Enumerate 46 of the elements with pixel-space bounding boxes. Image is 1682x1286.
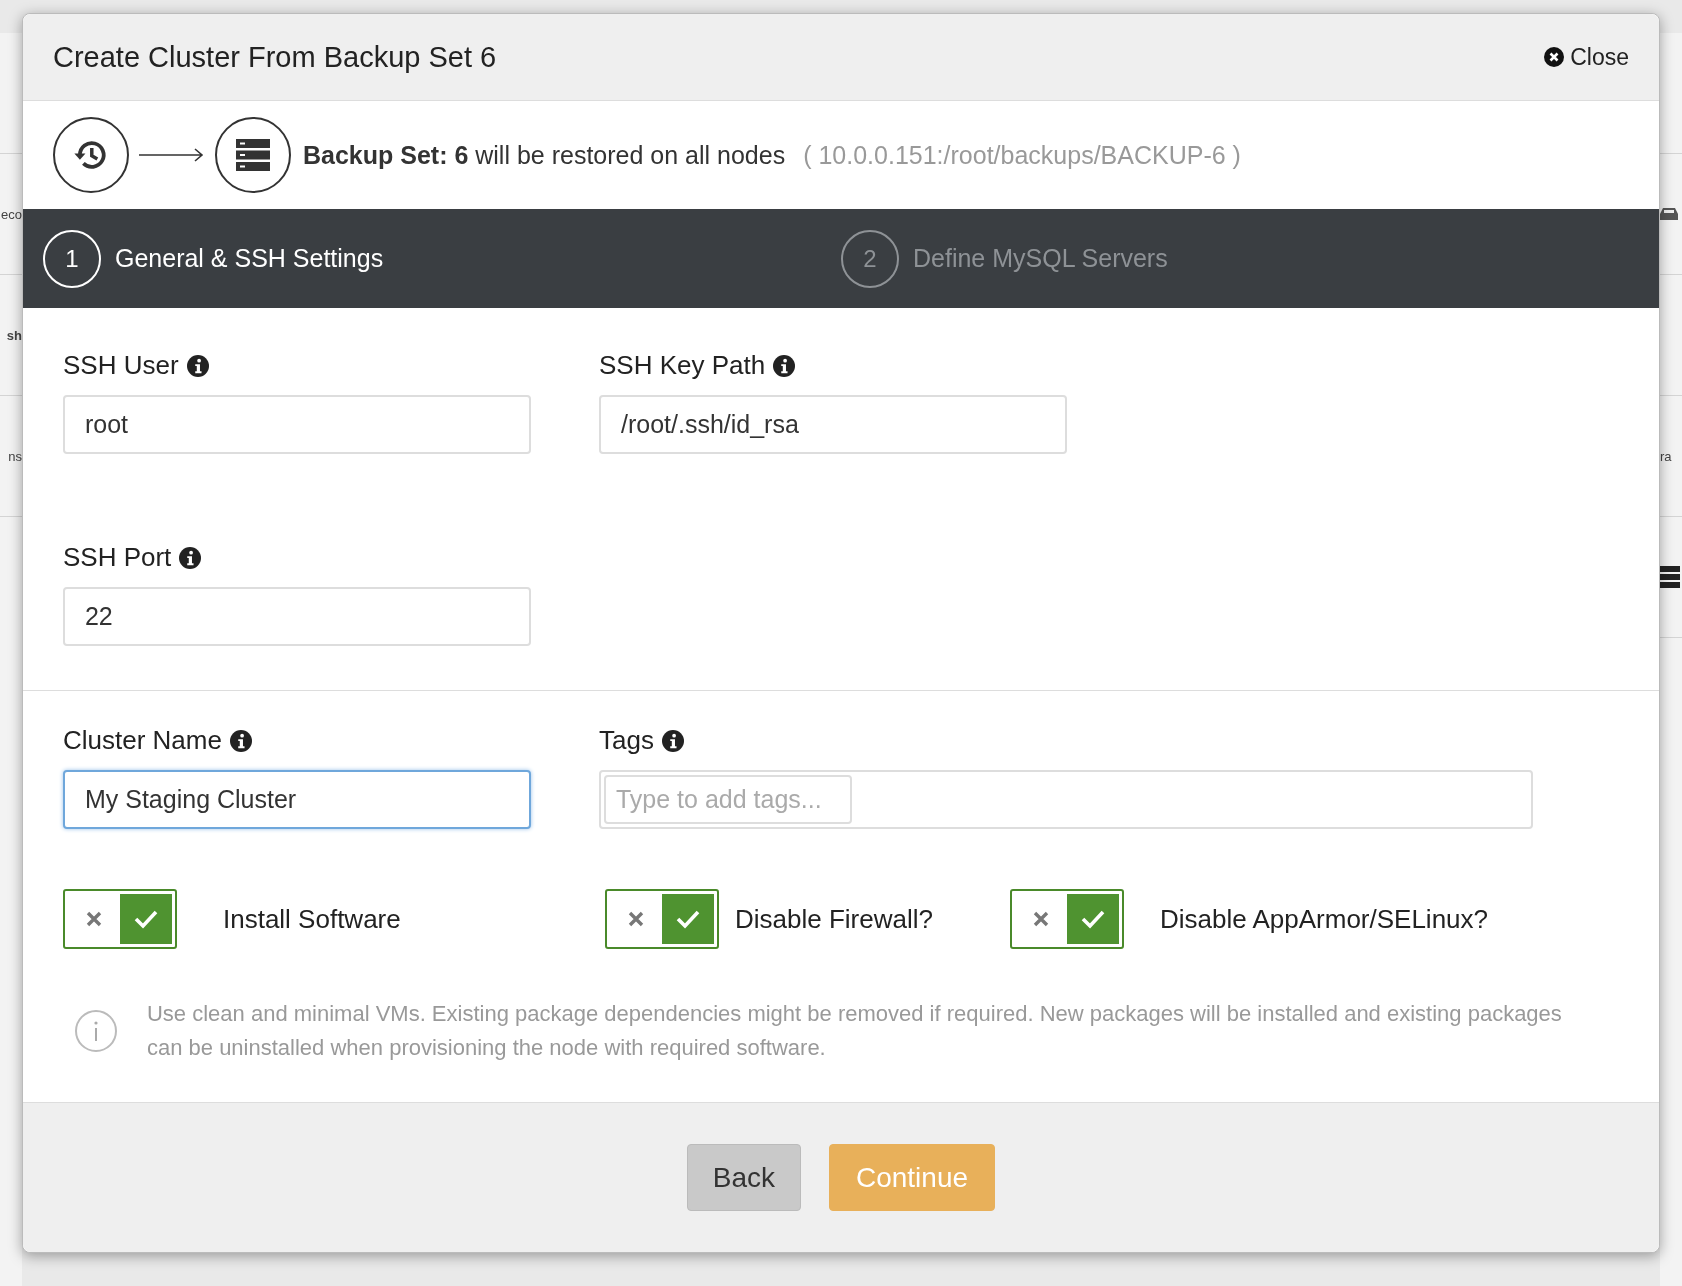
close-icon	[1544, 47, 1565, 67]
info-outline-icon	[74, 1010, 117, 1052]
info-icon	[186, 354, 209, 377]
toggle-label: Disable AppArmor/SELinux?	[1159, 903, 1489, 935]
server-icon	[1660, 566, 1680, 588]
field-label: Cluster Name	[62, 725, 222, 756]
cross-icon	[84, 910, 103, 928]
info-icon	[229, 729, 252, 752]
dialog-title: Create Cluster From Backup Set 6	[52, 40, 497, 74]
field-label: SSH Port	[62, 542, 172, 573]
info-icon	[661, 729, 684, 752]
toggle-switch[interactable]	[62, 889, 177, 949]
background-text: eco	[1, 206, 22, 222]
input-field[interactable]: 22	[62, 587, 531, 646]
check-icon	[1080, 909, 1105, 929]
field-label: Tags	[598, 725, 654, 756]
check-icon	[675, 909, 700, 929]
background-text: ns	[8, 448, 22, 464]
info-icon	[773, 354, 796, 377]
tag-input[interactable]: Type to add tags...	[603, 775, 852, 824]
toggle-label: Install Software	[222, 903, 401, 935]
arrow-icon	[138, 148, 205, 162]
input-field[interactable]: /root/.ssh/id_rsa	[598, 395, 1067, 454]
toggle-switch[interactable]	[604, 889, 719, 949]
history-icon	[52, 117, 129, 193]
close-button[interactable]: Close	[1544, 43, 1629, 71]
background-text: ra	[1660, 448, 1672, 464]
field-label: SSH Key Path	[598, 350, 766, 381]
input-field[interactable]: root	[62, 395, 531, 454]
step-number: 1	[42, 229, 101, 288]
cross-icon	[1031, 910, 1050, 928]
background-text: sh	[6, 327, 22, 343]
wizard-step-tab[interactable]: 1 General & SSH Settings	[42, 209, 841, 308]
toggle-label: Disable Firewall?	[734, 903, 933, 935]
restore-info-text: Backup Set: 6 will be restored on all nodes	[302, 140, 786, 170]
field-label: SSH User	[62, 350, 179, 381]
input-field[interactable]: My Staging Cluster	[62, 770, 531, 829]
server-icon	[214, 117, 291, 193]
check-icon	[133, 909, 158, 929]
note-text: Use clean and minimal VMs. Existing package dependencies might be removed if required. New packages will be installed and existing packages can be uninstalled when provisioning the node with required software.	[146, 1000, 1563, 1062]
step-number: 2	[841, 229, 899, 288]
info-icon	[179, 546, 202, 569]
back-button[interactable]: Back	[687, 1144, 801, 1211]
cross-icon	[626, 910, 645, 928]
toggle-switch[interactable]	[1009, 889, 1124, 949]
backup-path-text: ( 10.0.0.151:/root/backups/BACKUP-6 )	[803, 140, 1241, 170]
